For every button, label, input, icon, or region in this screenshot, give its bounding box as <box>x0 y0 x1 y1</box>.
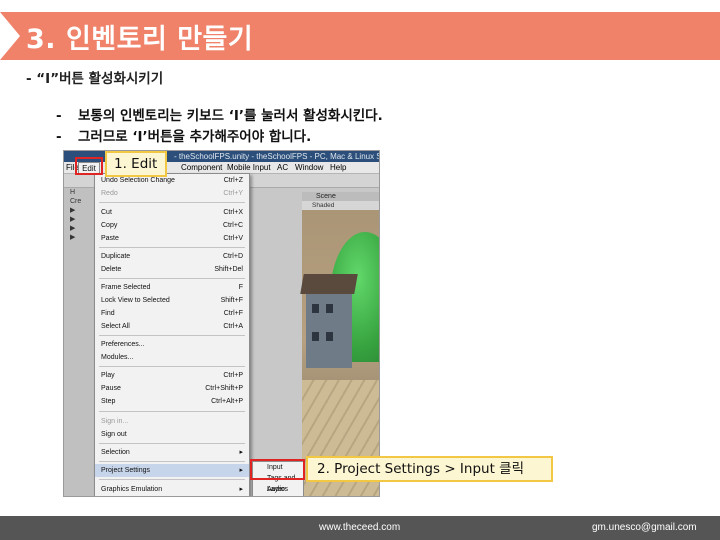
subheading: - “I”버튼 활성화시키기 <box>26 71 164 87</box>
menu-item-selection[interactable]: Selection ▸ <box>95 446 249 459</box>
hierarchy-tab[interactable]: H <box>64 188 98 197</box>
menu-separator <box>99 479 245 480</box>
menu-item-modules[interactable]: Modules... <box>95 351 249 364</box>
menu-item-pause[interactable]: Pause Ctrl+Shift+P <box>95 382 249 395</box>
scene-view[interactable] <box>300 210 379 496</box>
menu-item-lock-view[interactable]: Lock View to Selected Shift+F <box>95 294 249 307</box>
create-button[interactable]: Cre <box>64 197 98 206</box>
menu-item-sign-in[interactable]: Sign in... <box>95 415 249 428</box>
house-window <box>326 304 333 313</box>
submenu-item-audio[interactable]: Audio <box>253 484 303 495</box>
menu-item-cut[interactable]: Cut Ctrl+X <box>95 206 249 219</box>
menu-item-redo[interactable]: Redo Ctrl+Y <box>95 187 249 200</box>
bullet-list: - 보통의 인벤토리는 키보드 ‘I’를 눌러서 활성화시킨다. - 그러므로 ‘I… <box>56 106 383 148</box>
menu-separator <box>99 247 245 248</box>
house-model <box>300 274 358 368</box>
footer-bar: www.theceed.com gm.unesco@gmail.com <box>0 516 720 540</box>
footer-website[interactable]: www.theceed.com <box>319 516 400 540</box>
menu-item-sign-out[interactable]: Sign out <box>95 428 249 441</box>
title-banner: 3. 인벤토리 만들기 <box>0 12 720 60</box>
bullet-item: - 그러므로 ‘I’버튼을 추가해주어야 합니다. <box>56 129 312 145</box>
house-window <box>326 332 333 341</box>
menu-separator <box>99 202 245 203</box>
menu-item-duplicate[interactable]: Duplicate Ctrl+D <box>95 250 249 263</box>
callout-input: 2. Project Settings > Input 클릭 <box>306 456 553 482</box>
house-roof <box>300 274 358 294</box>
footer-email[interactable]: gm.unesco@gmail.com <box>592 516 697 540</box>
menu-separator <box>99 443 245 444</box>
hierarchy-row[interactable]: ▶ <box>64 215 98 224</box>
house-window <box>312 304 319 313</box>
menu-separator <box>99 278 245 279</box>
callout-edit: 1. Edit <box>105 151 167 177</box>
menu-separator <box>99 461 245 462</box>
menu-item-step[interactable]: Step Ctrl+Alt+P <box>95 395 249 408</box>
menu-item-paste[interactable]: Paste Ctrl+V <box>95 232 249 245</box>
menu-help[interactable]: Help <box>330 162 346 174</box>
scene-tab[interactable]: Scene <box>302 192 379 201</box>
house-window <box>312 332 319 341</box>
hierarchy-row[interactable]: ▶ <box>64 233 98 242</box>
hierarchy-row[interactable]: ▶ <box>64 206 98 215</box>
menu-item-play[interactable]: Play Ctrl+P <box>95 369 249 382</box>
menu-item-preferences[interactable]: Preferences... <box>95 338 249 351</box>
menu-item-select-all[interactable]: Select All Ctrl+A <box>95 320 249 333</box>
banner-wedge <box>0 12 20 60</box>
shading-mode-dropdown[interactable]: Shaded <box>302 201 379 210</box>
menu-item-find[interactable]: Find Ctrl+F <box>95 307 249 320</box>
hierarchy-row[interactable]: ▶ <box>64 224 98 233</box>
slide-title: 3. 인벤토리 만들기 <box>26 24 254 55</box>
menu-item-graphics-emulation[interactable]: Graphics Emulation ▸ <box>95 483 249 496</box>
edit-dropdown-menu: Undo Selection Change Ctrl+Z Redo Ctrl+Y C… <box>94 173 250 496</box>
menu-ac[interactable]: AC <box>277 162 288 174</box>
edit-highlight-box <box>75 157 103 175</box>
hierarchy-panel: H Cre ▶ ▶ ▶ ▶ <box>64 188 98 496</box>
menu-window[interactable]: Window <box>295 162 323 174</box>
menu-separator <box>99 366 245 367</box>
menu-item-copy[interactable]: Copy Ctrl+C <box>95 219 249 232</box>
menu-item-delete[interactable]: Delete Shift+Del <box>95 263 249 276</box>
menu-separator <box>99 335 245 336</box>
bullet-item: - 보통의 인벤토리는 키보드 ‘I’를 눌러서 활성화시킨다. <box>56 108 383 124</box>
unity-editor-screenshot: - theSchoolFPS.unity - theSchoolFPS - PC… <box>63 150 380 497</box>
menu-item-project-settings[interactable]: Project Settings ▸ <box>95 464 249 477</box>
menu-separator <box>99 411 245 412</box>
menu-item-frame-selected[interactable]: Frame Selected F <box>95 281 249 294</box>
input-highlight-box <box>250 459 305 480</box>
